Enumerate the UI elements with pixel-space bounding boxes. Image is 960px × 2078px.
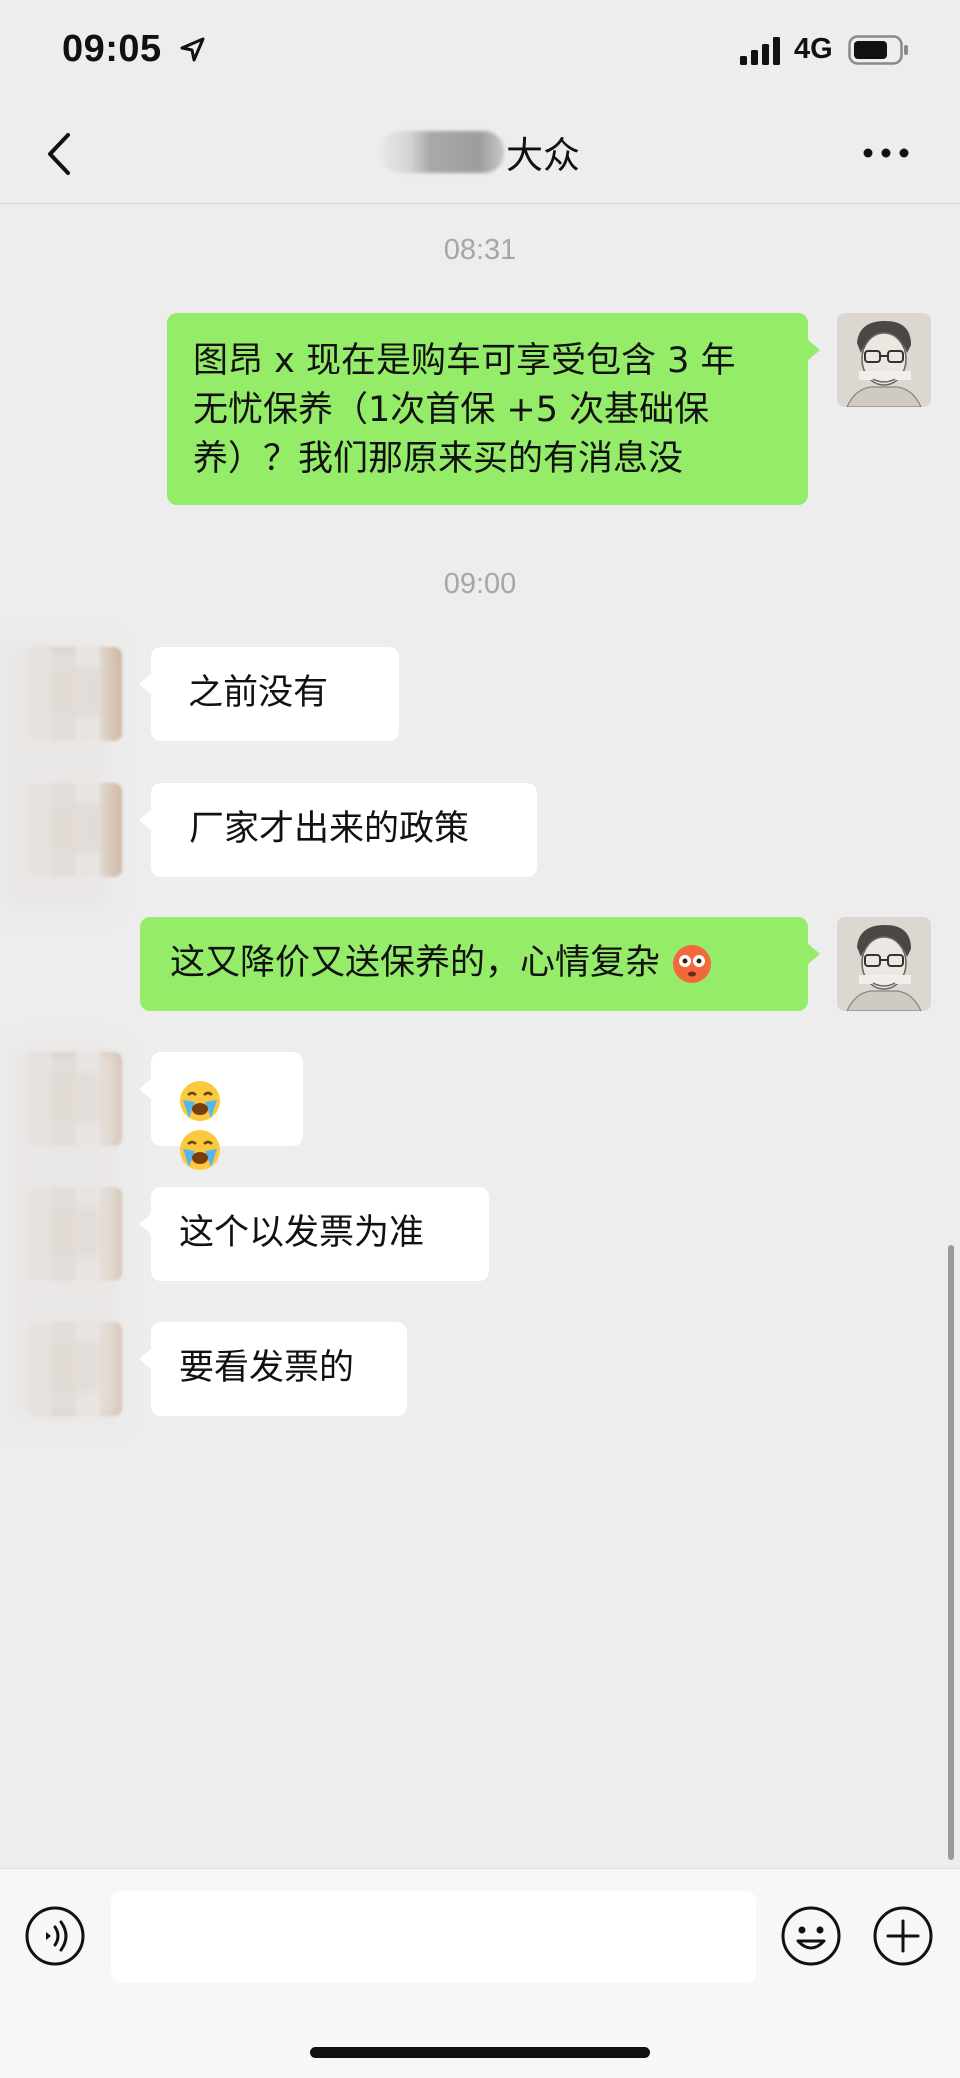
- status-bar: 09:05 4G: [0, 0, 960, 105]
- loudly-crying-face-emoji-icon: [180, 1130, 220, 1170]
- self-avatar-sketch-icon: [837, 313, 931, 407]
- plus-icon[interactable]: [872, 1905, 934, 1967]
- chat-timestamp: 09:00: [443, 568, 517, 600]
- loudly-crying-face-emoji-icon: [180, 1081, 220, 1121]
- emoji-icon[interactable]: [780, 1905, 842, 1967]
- home-indicator[interactable]: [310, 2047, 650, 2058]
- message-text: 这个以发票为准: [179, 1213, 425, 1253]
- incoming-message-bubble[interactable]: [139, 1052, 303, 1170]
- self-avatar-sketch-icon: [837, 917, 931, 1011]
- flushed-face-emoji-icon: [673, 945, 712, 983]
- redaction-smear: [0, 640, 110, 910]
- chat-title-area: 大众: [0, 125, 960, 181]
- battery-icon: [848, 35, 908, 65]
- input-bar: [0, 1868, 960, 2078]
- redacted-title-blur: [380, 131, 504, 173]
- status-time: 09:05: [62, 28, 162, 70]
- incoming-message-bubble[interactable]: 要看发票的: [139, 1322, 407, 1416]
- outgoing-message-bubble[interactable]: 图昂 x 现在是购车可享受包含 3 年 无忧保养（1次首保 +5 次基础保 养）…: [167, 313, 820, 505]
- chat-title: 大众: [506, 134, 580, 177]
- redaction-smear: [10, 1045, 120, 1425]
- chat-timestamp: 08:31: [443, 234, 517, 266]
- location-arrow-icon: [180, 37, 205, 62]
- incoming-message-bubble[interactable]: 厂家才出来的政策: [139, 783, 537, 877]
- chat-header: 大众: [0, 105, 960, 204]
- message-text: 要看发票的: [179, 1348, 355, 1388]
- more-horizontal-icon[interactable]: [862, 141, 910, 165]
- message-text: 图昂 x 现在是购车可享受包含 3 年 无忧保养（1次首保 +5 次基础保 养）…: [193, 341, 736, 479]
- network-type-label: 4G: [794, 33, 833, 65]
- message-input[interactable]: [111, 1891, 756, 1983]
- incoming-message-bubble[interactable]: 这个以发票为准: [139, 1187, 489, 1281]
- outgoing-message-bubble[interactable]: 这又降价又送保养的，心情复杂: [140, 917, 820, 1011]
- message-text: 之前没有: [177, 673, 329, 713]
- message-text: 这又降价又送保养的，心情复杂: [170, 943, 661, 983]
- incoming-message-bubble[interactable]: 之前没有: [139, 647, 399, 741]
- voice-icon[interactable]: [24, 1905, 86, 1967]
- self-avatar[interactable]: [837, 917, 931, 1011]
- chat-scrollbar[interactable]: [948, 1245, 954, 1860]
- message-text: 厂家才出来的政策: [189, 809, 470, 849]
- self-avatar[interactable]: [837, 313, 931, 407]
- cellular-signal-icon: [740, 37, 780, 65]
